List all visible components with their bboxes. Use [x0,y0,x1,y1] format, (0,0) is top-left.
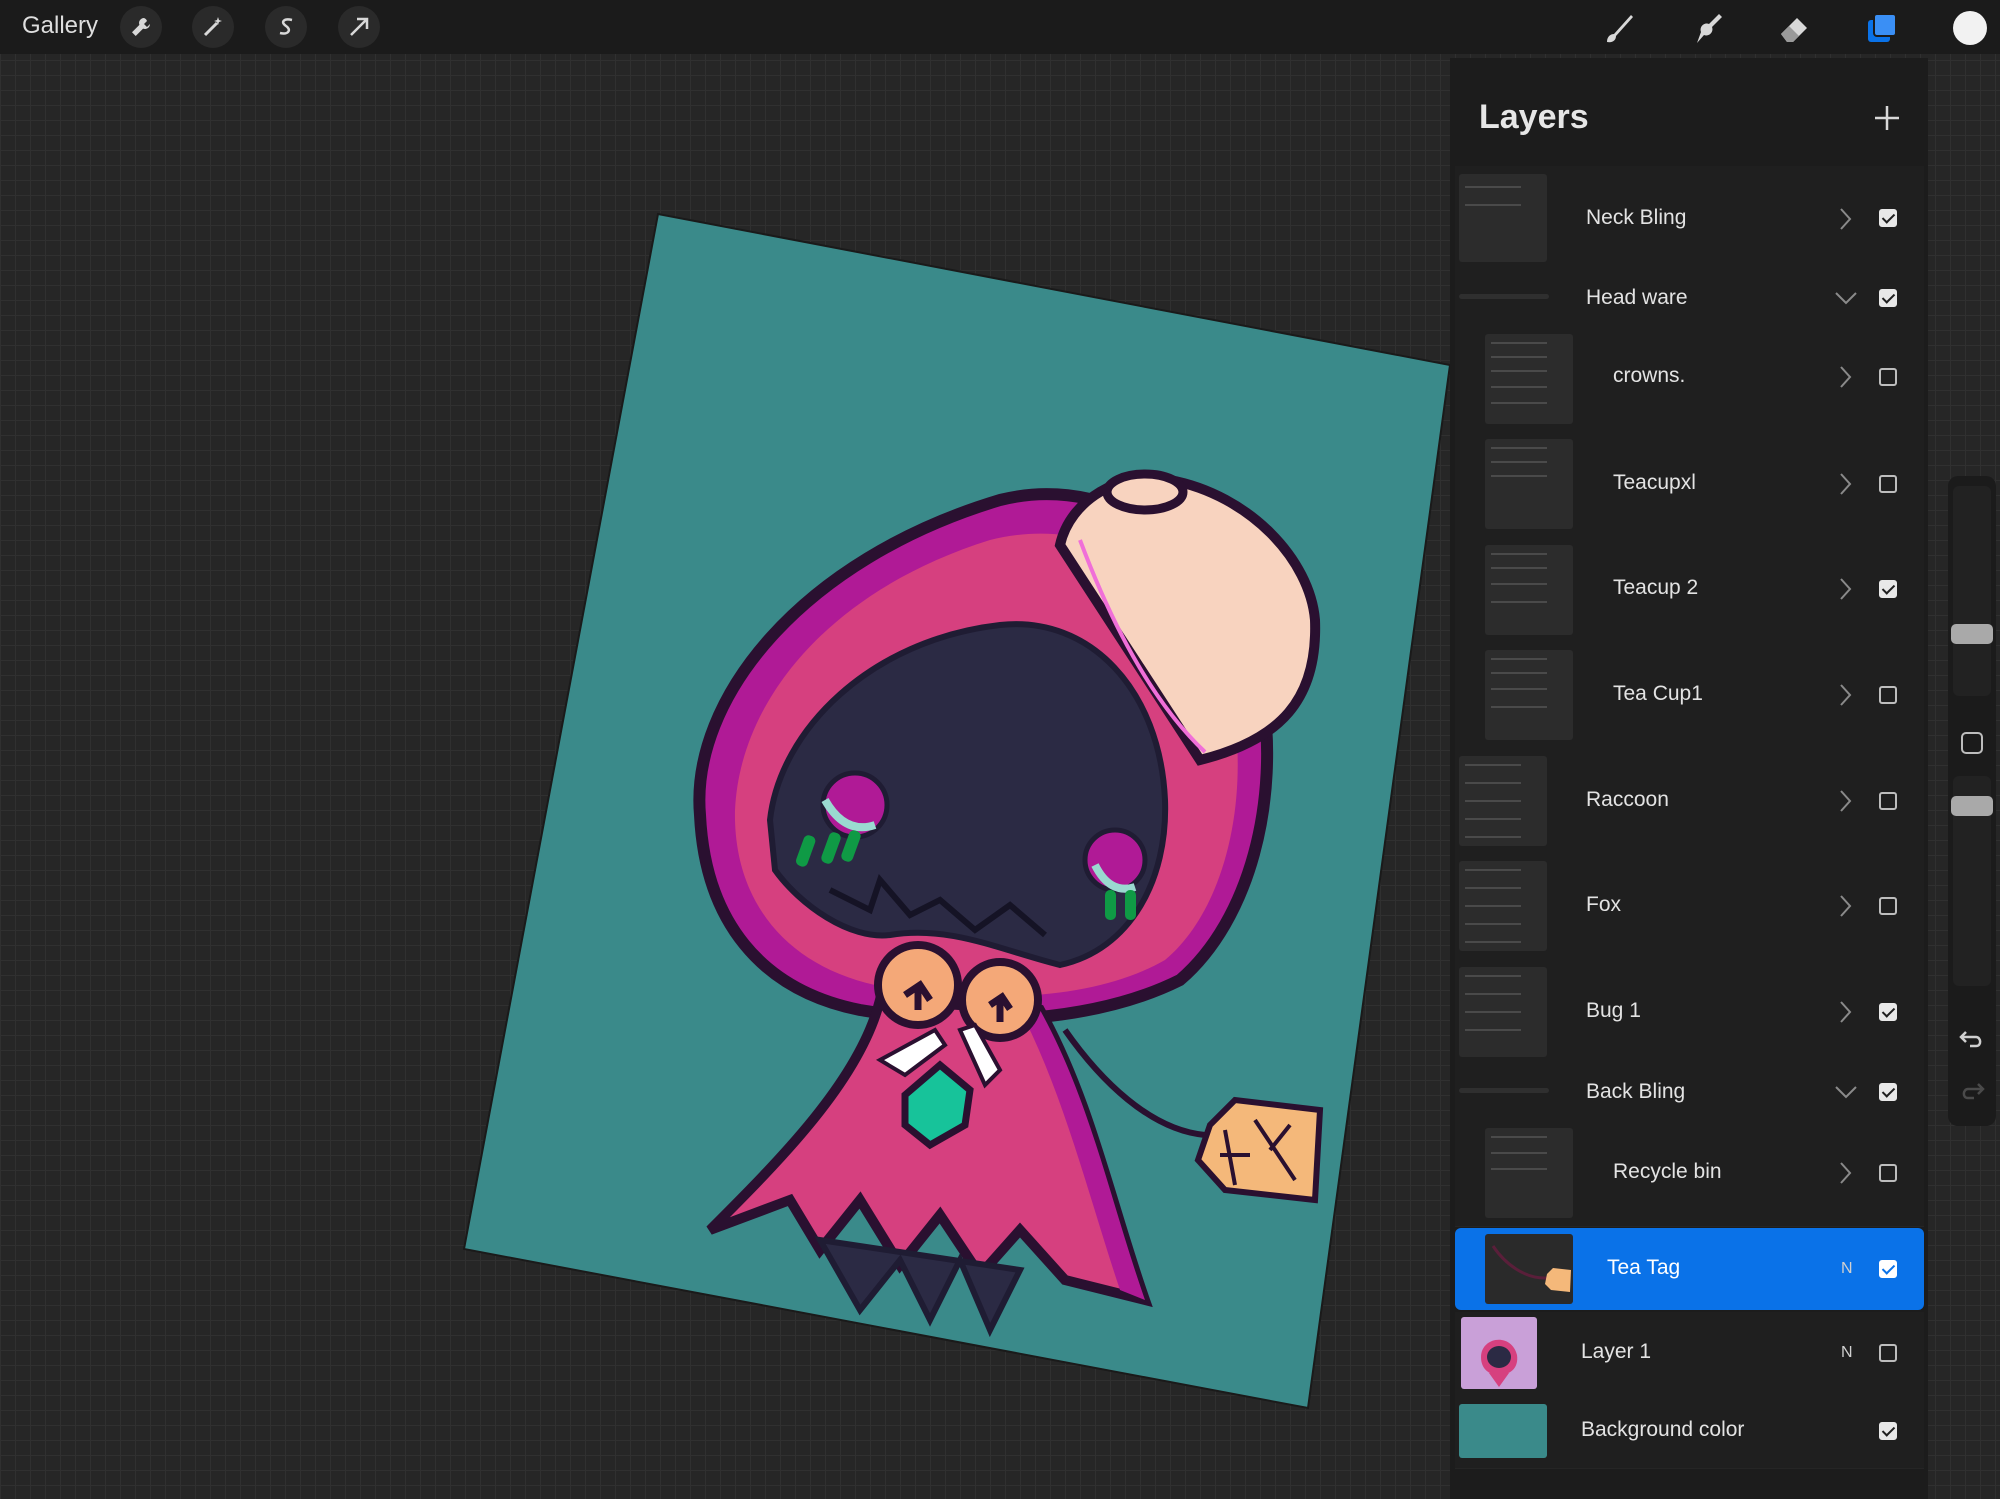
transform-arrow-icon[interactable] [338,6,380,48]
brush-icon[interactable] [1597,6,1641,50]
gallery-button[interactable]: Gallery [22,12,98,40]
chevron-down-icon[interactable] [1833,1079,1859,1105]
layer-visibility-checkbox[interactable] [1879,580,1897,598]
layer-visibility-checkbox[interactable] [1879,368,1897,386]
eyedropper-modify-button[interactable] [1961,732,1983,754]
layer-row-recycle-bin[interactable]: Recycle bin [1455,1120,1924,1227]
brush-size-slider[interactable] [1951,486,1993,696]
background-color-swatch [1459,1404,1547,1458]
layer-name: Recycle bin [1613,1160,1722,1183]
selection-s-icon[interactable] [265,6,307,48]
redo-icon[interactable] [1958,1076,1986,1104]
layer-thumbnail [1459,756,1547,846]
layer-row-bug-1[interactable]: Bug 1 [1455,959,1924,1065]
actions-wrench-icon[interactable] [120,6,162,48]
chevron-right-icon[interactable] [1837,893,1853,919]
layer-thumbnail [1485,439,1573,529]
layer-row-back-bling[interactable]: Back Bling [1455,1064,1924,1121]
layer-row-crowns[interactable]: crowns. [1455,326,1924,432]
layer-name: Bug 1 [1586,999,1641,1022]
smudge-icon[interactable] [1685,6,1729,50]
layer-visibility-checkbox[interactable] [1879,1003,1897,1021]
add-layer-plus-icon[interactable] [1870,101,1904,135]
layer-thumbnail [1485,1234,1573,1304]
chevron-right-icon[interactable] [1837,471,1853,497]
layers-icon[interactable] [1860,6,1904,50]
layer-name: Back Bling [1586,1080,1686,1103]
layer-name: Fox [1586,893,1622,916]
layer-name: Tea Tag [1607,1256,1681,1279]
panel-title: Layers [1479,98,1589,136]
color-picker-button[interactable] [1953,11,1987,45]
chevron-right-icon[interactable] [1837,788,1853,814]
layer-row-layer-1[interactable]: Layer 1 N [1455,1312,1924,1395]
layers-panel: Layers Neck Bling Head ware crowns. Teac… [1450,58,1928,1499]
layer-visibility-checkbox[interactable] [1879,1083,1897,1101]
chevron-down-icon[interactable] [1833,285,1859,311]
layer-row-tea-tag[interactable]: Tea Tag N [1455,1228,1924,1310]
layer-name: Raccoon [1586,788,1669,811]
layer-name: Background color [1581,1418,1745,1441]
chevron-right-icon[interactable] [1837,206,1853,232]
chevron-right-icon[interactable] [1837,999,1853,1025]
layer-name: Teacup 2 [1613,576,1699,599]
opacity-slider[interactable] [1951,776,1993,986]
layer-thumbnail [1485,1128,1573,1218]
brush-size-slider-knob[interactable] [1951,624,1993,644]
layer-row-neck-bling[interactable]: Neck Bling [1455,166,1924,271]
layer-thumbnail [1459,861,1547,951]
layer-name: Teacupxl [1613,471,1696,494]
chevron-right-icon[interactable] [1837,682,1853,708]
adjustments-magic-wand-icon[interactable] [192,6,234,48]
blend-mode-label[interactable]: N [1841,1260,1853,1278]
blend-mode-label[interactable]: N [1841,1344,1853,1362]
layer-visibility-checkbox[interactable] [1879,1164,1897,1182]
layer-row-teacupxl[interactable]: Teacupxl [1455,431,1924,538]
layer-visibility-checkbox[interactable] [1879,289,1897,307]
layer-thumbnail [1485,545,1573,635]
layer-visibility-checkbox[interactable] [1879,897,1897,915]
side-toolbar [1948,476,1996,1126]
layer-row-teacup-2[interactable]: Teacup 2 [1455,537,1924,643]
group-indicator [1459,294,1549,299]
layer-thumbnail [1485,650,1573,740]
layer-visibility-checkbox[interactable] [1879,209,1897,227]
layer-visibility-checkbox[interactable] [1879,475,1897,493]
layer-visibility-checkbox[interactable] [1879,792,1897,810]
layer-row-background-color[interactable]: Background color [1455,1394,1924,1469]
layer-name: Neck Bling [1586,206,1687,229]
layer-row-raccoon[interactable]: Raccoon [1455,748,1924,854]
layer-visibility-checkbox[interactable] [1879,1344,1897,1362]
chevron-right-icon[interactable] [1837,364,1853,390]
layer-name: Tea Cup1 [1613,682,1703,705]
eraser-icon[interactable] [1773,6,1817,50]
chevron-right-icon[interactable] [1837,1160,1853,1186]
layer-name: Head ware [1586,286,1688,309]
layer-row-fox[interactable]: Fox [1455,853,1924,960]
layer-thumbnail [1459,174,1547,262]
layer-name: Layer 1 [1581,1340,1652,1363]
layer-row-tea-cup1[interactable]: Tea Cup1 [1455,642,1924,749]
layer-thumbnail [1459,967,1547,1057]
layer-thumbnail [1485,334,1573,424]
undo-icon[interactable] [1958,1024,1986,1052]
layer-visibility-checkbox[interactable] [1879,1260,1897,1278]
layer-thumbnail [1461,1317,1537,1389]
top-toolbar: Gallery [0,0,2000,54]
group-indicator [1459,1088,1549,1093]
layer-visibility-checkbox[interactable] [1879,1422,1897,1440]
layer-row-head-ware[interactable]: Head ware [1455,270,1924,327]
opacity-slider-knob[interactable] [1951,796,1993,816]
layer-visibility-checkbox[interactable] [1879,686,1897,704]
layer-name: crowns. [1613,364,1686,387]
chevron-right-icon[interactable] [1837,576,1853,602]
